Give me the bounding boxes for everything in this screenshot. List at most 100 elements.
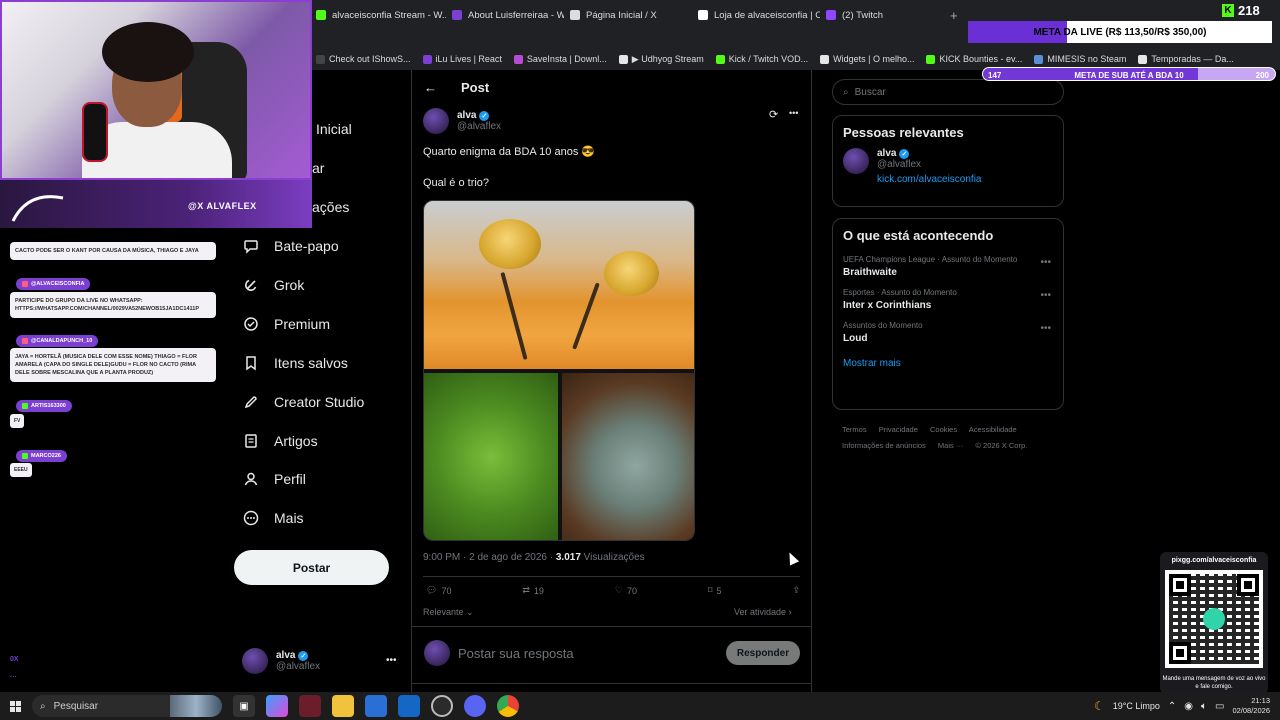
obs-icon[interactable] [431, 695, 453, 717]
bookmark-favicon-icon [1138, 54, 1148, 64]
start-button[interactable] [0, 692, 30, 720]
trend-more-icon[interactable]: ••• [1040, 290, 1051, 301]
chat-message: JAYA = HORTELÃ (MUSICA DELE COM ESSE NOM… [10, 348, 216, 382]
post-author[interactable]: alva ✓ @alvaflex [423, 108, 501, 134]
battery-icon[interactable]: ▭ [1215, 701, 1224, 712]
mint-leaves-image[interactable] [424, 373, 558, 540]
overlay-side-strip: 0X ··· [10, 656, 19, 681]
bookmark-favicon-icon [618, 54, 628, 64]
footer-link[interactable]: Informações de anúncios [842, 441, 926, 450]
sidebar-item-notifications[interactable]: ações [312, 199, 349, 215]
cactus-flower-image[interactable] [562, 373, 694, 540]
repost-action[interactable]: ⇄ 19 [522, 585, 544, 596]
bookmark-item[interactable]: Widgets | O melho... [820, 54, 914, 64]
bookmark-favicon-icon [316, 54, 325, 64]
account-more-icon[interactable]: ••• [386, 655, 397, 666]
sort-dropdown[interactable]: Relevante ⌄ [423, 607, 474, 618]
trend-item[interactable]: Assuntos do Momento Loud ••• [833, 317, 1063, 350]
browser-tab[interactable]: Página Inicial / X [564, 0, 692, 30]
browser-tab[interactable]: About Luisferreiraa - Watc... [446, 0, 564, 30]
reply-composer: Postar sua resposta Responder [424, 640, 800, 666]
post-button[interactable]: Postar [234, 550, 389, 585]
profile-icon [242, 470, 260, 488]
outlook-icon[interactable] [398, 695, 420, 717]
footer-link[interactable]: Termos [842, 425, 867, 434]
trend-item[interactable]: Esportes · Assunto do Momento Inter x Cor… [833, 284, 1063, 317]
flower-shape [604, 251, 659, 296]
reply-input[interactable]: Postar sua resposta [458, 646, 718, 661]
share-action[interactable]: ⇪ [792, 585, 800, 596]
trend-more-icon[interactable]: ••• [1040, 257, 1051, 268]
bookmark-item[interactable]: Temporadas — Da... [1138, 54, 1234, 64]
column-divider [411, 70, 412, 692]
profile-link[interactable]: kick.com/alvaceisconfia [877, 174, 981, 185]
avatar [424, 640, 450, 666]
footer-link[interactable]: Cookies [930, 425, 957, 434]
like-action[interactable]: ♡ 70 [615, 585, 637, 596]
reply-action[interactable]: 💬︎ 70 [426, 585, 451, 596]
clock[interactable]: 21:13 02/08/2026 [1232, 696, 1270, 716]
chrome-icon[interactable] [497, 695, 519, 717]
chat-icon [242, 237, 260, 255]
browser-tab[interactable]: Loja de alvaceisconfia | O... [692, 0, 820, 30]
bookmark-item[interactable]: Kick / Twitch VOD... [715, 54, 808, 64]
post-text-line-1: Quarto enigma da BDA 10 anos 😎 [423, 146, 596, 158]
sidebar-item-bookmarks[interactable]: Itens salvos [242, 354, 348, 372]
reply-button[interactable]: Responder [726, 641, 800, 665]
search-input[interactable]: ⌕ Buscar [832, 79, 1064, 105]
footer-link[interactable]: Acessibilidade [969, 425, 1017, 434]
taskbar-search[interactable]: ⌕ Pesquisar [32, 695, 222, 717]
sidebar-item-creator-studio[interactable]: Creator Studio [242, 393, 364, 411]
browser-tab[interactable]: (2) Twitch [820, 0, 944, 30]
bookmark-item[interactable]: SaveInsta | Downl... [513, 54, 607, 64]
account-switcher[interactable]: alva ✓ @alvaflex [242, 648, 320, 674]
yellow-roses-image[interactable] [424, 201, 694, 369]
post-media[interactable] [423, 200, 695, 541]
kick-badge-icon [22, 403, 28, 409]
bookmark-item[interactable]: iLu Lives | React [422, 54, 502, 64]
trend-more-icon[interactable]: ••• [1040, 323, 1051, 334]
chevron-up-icon[interactable]: ⌃ [1168, 701, 1176, 712]
discord-icon[interactable] [464, 695, 486, 717]
task-view-icon[interactable]: ▣ [233, 695, 255, 717]
bookmark-favicon-icon [715, 54, 725, 64]
sidebar-item-chat[interactable]: Bate-papo [242, 237, 339, 255]
post-text-line-2: Qual é o trio? [423, 177, 490, 189]
app-icon[interactable] [299, 695, 321, 717]
stem-shape [572, 282, 600, 350]
volume-icon[interactable]: 🔈︎ [1201, 701, 1207, 712]
grok-explain-icon[interactable]: ⟳ [769, 108, 778, 121]
show-more-link[interactable]: Mostrar mais [833, 350, 1063, 381]
footer-link[interactable]: Mais ··· [938, 441, 963, 450]
copilot-icon[interactable] [266, 695, 288, 717]
bookmark-item[interactable]: KICK Bounties - ev... [926, 54, 1022, 64]
sidebar-item-explore[interactable]: ar [312, 160, 324, 176]
qr-eye [1237, 574, 1259, 596]
post-more-icon[interactable]: ••• [789, 108, 798, 118]
network-icon[interactable]: ◉ [1184, 701, 1193, 712]
sidebar-item-grok[interactable]: Grok [242, 276, 304, 294]
bookmark-item[interactable]: MIMESIS no Steam [1034, 54, 1126, 64]
sidebar-item-premium[interactable]: Premium [242, 315, 330, 333]
bookmark-action[interactable]: ⌑ 5 [708, 585, 722, 596]
sidebar-item-articles[interactable]: Artigos [242, 432, 318, 450]
sidebar-item-profile[interactable]: Perfil [242, 470, 306, 488]
sidebar-item-home[interactable]: Inicial [316, 121, 352, 137]
bookmark-item[interactable]: ▶ Udhyog Stream [618, 54, 704, 65]
footer-links: Termos Privacidade Cookies Acessibilidad… [842, 422, 1062, 454]
kick-badge-icon [22, 281, 28, 287]
store-icon[interactable] [365, 695, 387, 717]
relevant-person[interactable]: alva ✓ @alvaflex kick.com/alvaceisconfia [833, 148, 1063, 185]
trend-item[interactable]: UEFA Champions League · Assunto do Momen… [833, 251, 1063, 284]
bookmark-item[interactable]: Check out IShowS... [316, 54, 411, 64]
browser-tab[interactable]: alvaceisconfia Stream - W... [310, 0, 446, 30]
footer-link[interactable]: Privacidade [879, 425, 918, 434]
back-arrow-icon[interactable]: ← [424, 80, 437, 95]
verified-icon: ✓ [298, 650, 309, 661]
file-explorer-icon[interactable] [332, 695, 354, 717]
sidebar-item-more[interactable]: Mais [242, 509, 304, 527]
avatar [242, 648, 268, 674]
chat-username: ARTIS163300 [16, 400, 72, 412]
view-activity-link[interactable]: Ver atividade › [734, 607, 792, 617]
new-tab-button[interactable]: + [944, 8, 964, 23]
